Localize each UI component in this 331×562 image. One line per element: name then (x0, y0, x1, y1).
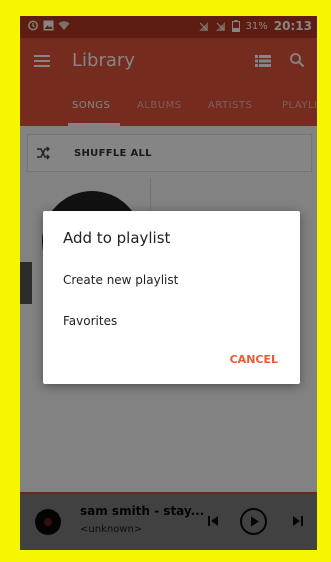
create-new-playlist-option[interactable]: Create new playlist (63, 273, 178, 287)
add-to-playlist-dialog: Add to playlist Create new playlist Favo… (43, 211, 300, 384)
favorites-option[interactable]: Favorites (63, 314, 117, 328)
phone-screen: 31% 20:13 Library SONGS ALBUMS ARTISTS P… (20, 16, 317, 550)
dialog-title: Add to playlist (63, 229, 171, 247)
cancel-button[interactable]: CANCEL (230, 353, 278, 366)
